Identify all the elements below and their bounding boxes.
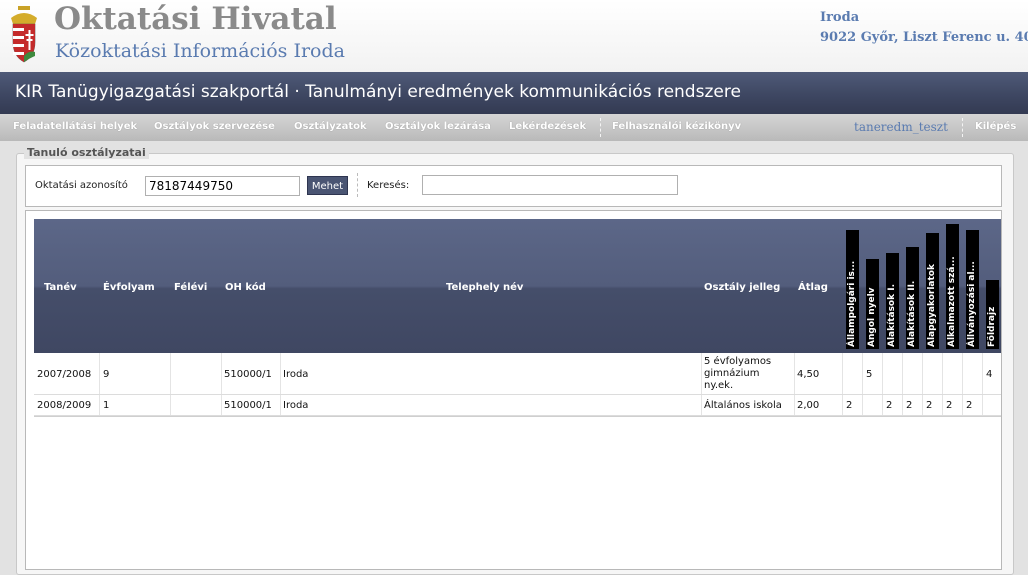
table-row[interactable]: [34, 353, 1001, 395]
cell-atlag: 2,00: [797, 400, 820, 411]
menu-separator: [600, 118, 601, 137]
column-header-alakitasok-2[interactable]: Alakítások II.: [906, 247, 919, 349]
portal-title-bar: KIR Tanügyigazgatási szakportál · Tanulm…: [0, 72, 1028, 114]
logout-link[interactable]: Kilépés: [975, 121, 1016, 132]
search-label: Keresés:: [367, 180, 410, 191]
address-line-2: 9022 Győr, Liszt Ferenc u. 40.: [820, 30, 1028, 45]
column-header-telephely-nev[interactable]: Telephely név: [446, 282, 523, 293]
menu-item-felhasznaloi-kezikonyv[interactable]: Felhasználói kézikönyv: [612, 121, 741, 132]
cell-jelleg-line: Általános iskola: [704, 400, 782, 411]
column-header-allvanyozasi[interactable]: Állványozási al...: [966, 230, 979, 349]
cell-evfolyam: 9: [103, 369, 110, 380]
cell-grade: 2: [846, 400, 853, 411]
panel-legend: Tanuló osztályzatai: [24, 146, 149, 159]
cell-jelleg-line: gimnázium: [704, 368, 760, 379]
cell-grade: 4: [986, 369, 993, 380]
column-header-allampolgari[interactable]: Állampolgári is...: [846, 230, 859, 349]
office-name: Közoktatási Információs Iroda: [55, 40, 345, 62]
cell-grade: 2: [886, 400, 893, 411]
search-separator: [357, 173, 358, 197]
cell-oh-kod: 510000/1: [224, 400, 272, 411]
cell-atlag: 4,50: [797, 369, 820, 380]
go-button[interactable]: Mehet: [307, 176, 348, 195]
cell-tanev: 2007/2008: [37, 369, 92, 380]
cell-grade: 2: [946, 400, 953, 411]
cell-grade: 2: [926, 400, 933, 411]
table-bottom-border: [34, 416, 1001, 417]
menu-item-osztalyok-lezarasa[interactable]: Osztályok lezárása: [385, 121, 491, 132]
menu-item-osztalyzatok[interactable]: Osztályzatok: [294, 121, 367, 132]
id-label: Oktatási azonosító: [35, 180, 128, 191]
column-header-foldrajz[interactable]: Földrajz: [986, 280, 999, 349]
cell-telephely: Iroda: [283, 369, 309, 380]
user-name-link[interactable]: taneredm_teszt: [854, 120, 948, 134]
cell-evfolyam: 1: [103, 400, 110, 411]
column-header-tanev[interactable]: Tanév: [44, 282, 77, 293]
menu-item-feladatellatasi-helyek[interactable]: Feladatellátási helyek: [13, 121, 137, 132]
column-header-angol-nyelv[interactable]: Angol nyelv: [866, 259, 879, 349]
cell-jelleg-line: 5 évfolyamos: [704, 356, 772, 367]
address-line-1: Iroda: [820, 10, 860, 25]
column-header-felevi[interactable]: Félévi: [174, 282, 207, 293]
site-header: Oktatási Hivatal Közoktatási Információs…: [0, 0, 1028, 72]
cell-tanev: 2008/2009: [37, 400, 92, 411]
portal-title: KIR Tanügyigazgatási szakportál · Tanulm…: [15, 82, 741, 102]
column-header-alkalmazott[interactable]: Alkalmazott szá...: [946, 224, 959, 349]
menu-item-lekerdezesek[interactable]: Lekérdezések: [509, 121, 586, 132]
column-header-atlag[interactable]: Átlag: [798, 282, 828, 293]
table-row[interactable]: [34, 395, 1001, 416]
hungarian-coat-of-arms-icon: [11, 6, 37, 63]
org-name: Oktatási Hivatal: [54, 1, 337, 37]
student-id-input[interactable]: [145, 176, 300, 196]
column-header-osztaly-jelleg[interactable]: Osztály jelleg: [704, 282, 780, 293]
cell-oh-kod: 510000/1: [224, 369, 272, 380]
column-header-evfolyam[interactable]: Évfolyam: [103, 282, 155, 293]
menu-separator: [962, 118, 963, 137]
cell-telephely: Iroda: [283, 400, 309, 411]
menu-item-osztalyok-szervezese[interactable]: Osztályok szervezése: [154, 121, 275, 132]
column-header-alapgyakorlatok[interactable]: Alapgyakorlatok: [926, 233, 939, 349]
cell-jelleg-line: ny.ek.: [704, 380, 734, 391]
main-menu: Feladatellátási helyek Osztályok szervez…: [0, 114, 1028, 141]
cell-grade: 2: [906, 400, 913, 411]
search-input[interactable]: [422, 175, 678, 195]
column-header-oh-kod[interactable]: OH kód: [225, 282, 266, 293]
column-header-alakitasok-1[interactable]: Alakítások I.: [886, 253, 899, 349]
cell-grade: 2: [966, 400, 973, 411]
cell-grade: 5: [866, 369, 873, 380]
